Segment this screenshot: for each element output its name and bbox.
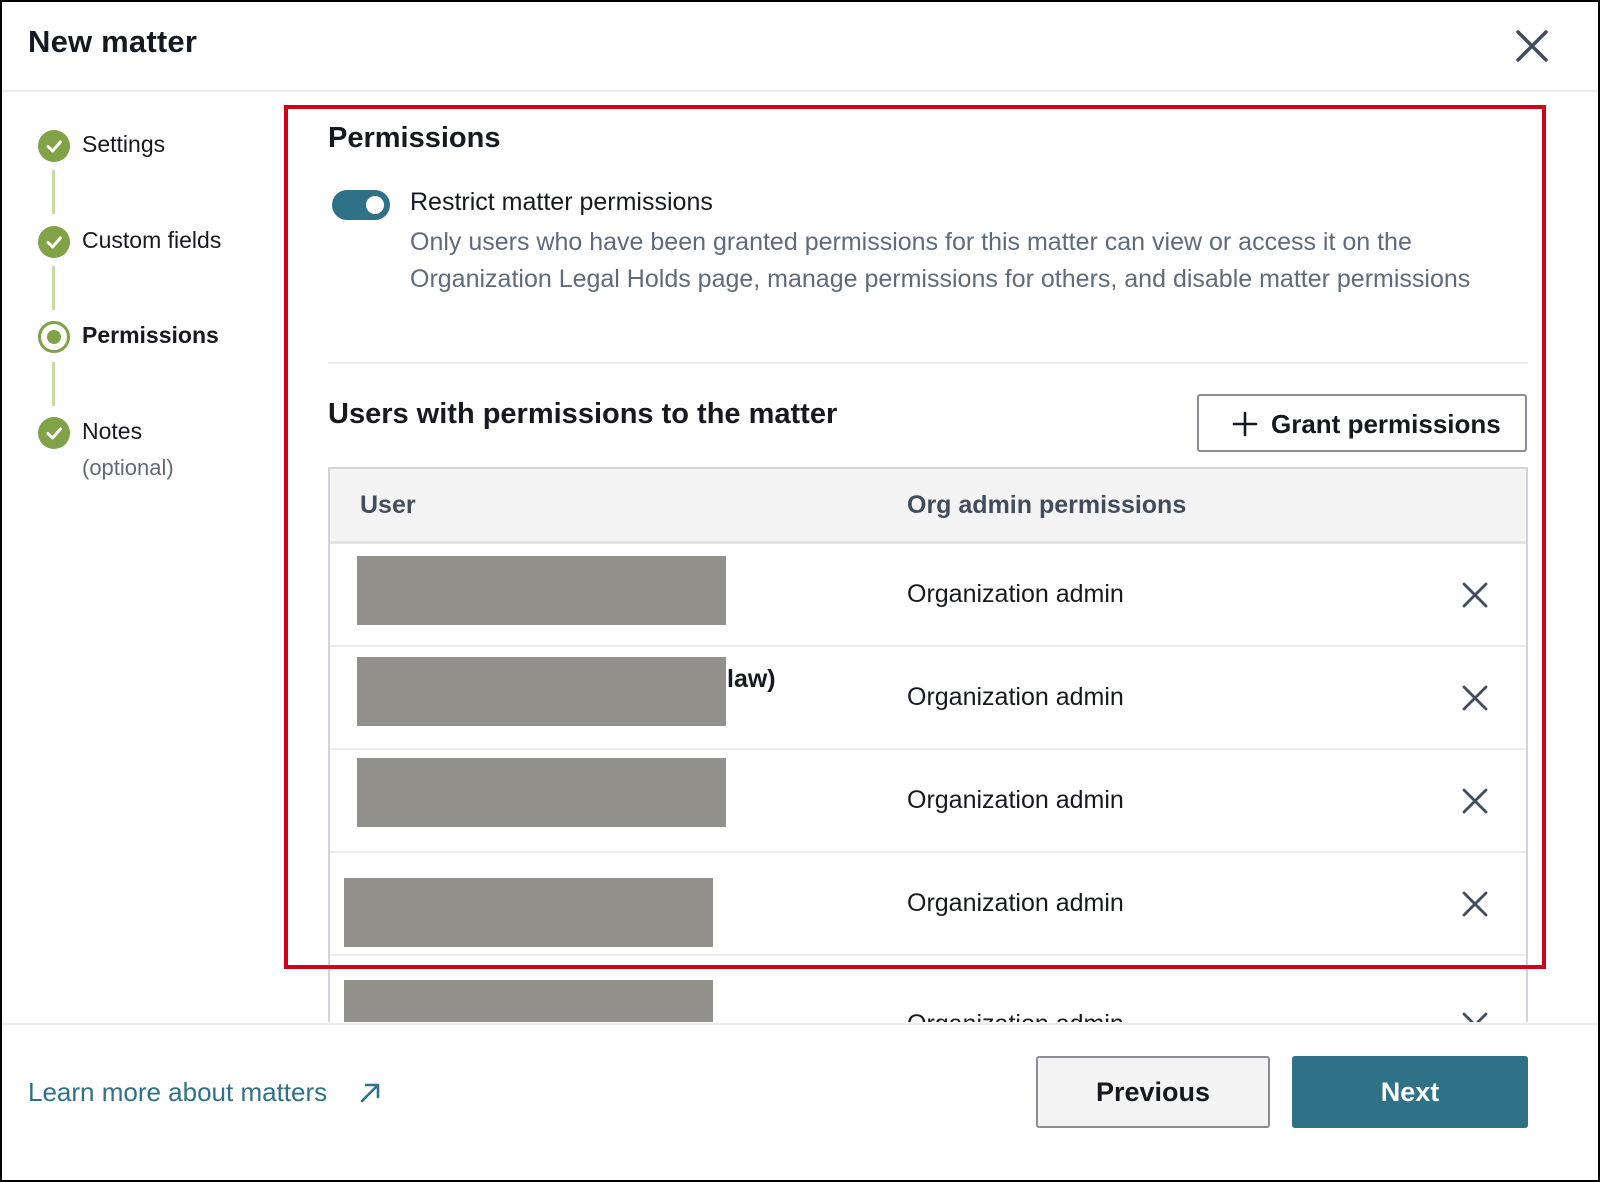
permission-cell: Organization admin — [907, 580, 1124, 608]
close-icon — [1462, 582, 1488, 608]
table-header: User Org admin permissions — [330, 469, 1526, 544]
toggle-description: Only users who have been granted permiss… — [410, 228, 1471, 293]
redacted-user — [344, 980, 713, 1022]
close-button[interactable] — [1510, 24, 1554, 68]
step-sublabel: (optional) — [82, 455, 174, 480]
step-label: Notes — [82, 418, 143, 444]
remove-user-button[interactable] — [1460, 786, 1490, 816]
dialog-footer: Learn more about matters Previous Next — [2, 1023, 1598, 1180]
divider — [328, 362, 1528, 364]
close-icon — [1462, 1012, 1488, 1022]
user-name-fragment: law) — [727, 665, 776, 693]
close-icon — [1462, 788, 1488, 814]
new-matter-dialog: New matter Settings Custom fields Permis… — [0, 0, 1600, 1182]
permissions-panel: Permissions Restrict matter permissions … — [328, 102, 1528, 1022]
dialog-title: New matter — [28, 24, 198, 59]
learn-more-link[interactable]: Learn more about matters — [28, 1077, 327, 1108]
step-label: Permissions — [82, 322, 219, 348]
permission-cell: Organization admin — [907, 1010, 1124, 1022]
check-icon — [38, 130, 70, 162]
remove-user-button[interactable] — [1460, 683, 1490, 713]
users-section-title: Users with permissions to the matter — [328, 398, 838, 430]
close-icon — [1462, 891, 1488, 917]
restrict-permissions-toggle[interactable] — [332, 190, 390, 220]
plus-icon — [1232, 411, 1258, 437]
close-icon — [1516, 30, 1548, 62]
check-icon — [38, 417, 70, 449]
remove-user-button[interactable] — [1460, 889, 1490, 919]
next-button[interactable]: Next — [1292, 1056, 1528, 1128]
table-row: Organization admin — [330, 544, 1526, 647]
step-connector — [52, 266, 55, 310]
section-title: Permissions — [328, 122, 501, 154]
redacted-user — [344, 878, 713, 947]
close-icon — [1462, 685, 1488, 711]
table-row: Organization admin — [330, 750, 1526, 853]
remove-user-button[interactable] — [1460, 1010, 1490, 1022]
redacted-user — [357, 556, 726, 625]
toggle-label: Restrict matter permissions — [410, 188, 713, 216]
permission-cell: Organization admin — [907, 683, 1124, 711]
previous-button[interactable]: Previous — [1036, 1056, 1270, 1128]
external-link-icon[interactable] — [358, 1081, 382, 1105]
users-table: User Org admin permissions Organization … — [328, 467, 1528, 1022]
table-row: law) Organization admin — [330, 647, 1526, 750]
redacted-user — [357, 657, 726, 726]
dialog-header: New matter — [2, 2, 1598, 92]
step-label: Settings — [82, 131, 166, 157]
check-icon — [38, 226, 70, 258]
grant-permissions-label: Grant permissions — [1271, 409, 1501, 439]
current-step-icon — [38, 321, 70, 353]
toggle-knob — [366, 196, 384, 214]
permission-cell: Organization admin — [907, 786, 1124, 814]
step-label: Custom fields — [82, 227, 222, 253]
remove-user-button[interactable] — [1460, 580, 1490, 610]
step-connector — [52, 170, 55, 214]
table-row: Organization admin — [330, 853, 1526, 956]
step-connector — [52, 362, 55, 406]
redacted-user — [357, 758, 726, 827]
permission-cell: Organization admin — [907, 889, 1124, 917]
table-row: Organization admin — [330, 956, 1526, 1022]
grant-permissions-button[interactable]: Grant permissions — [1197, 394, 1527, 452]
column-header-user: User — [360, 491, 416, 519]
column-header-org-admin: Org admin permissions — [907, 491, 1187, 519]
